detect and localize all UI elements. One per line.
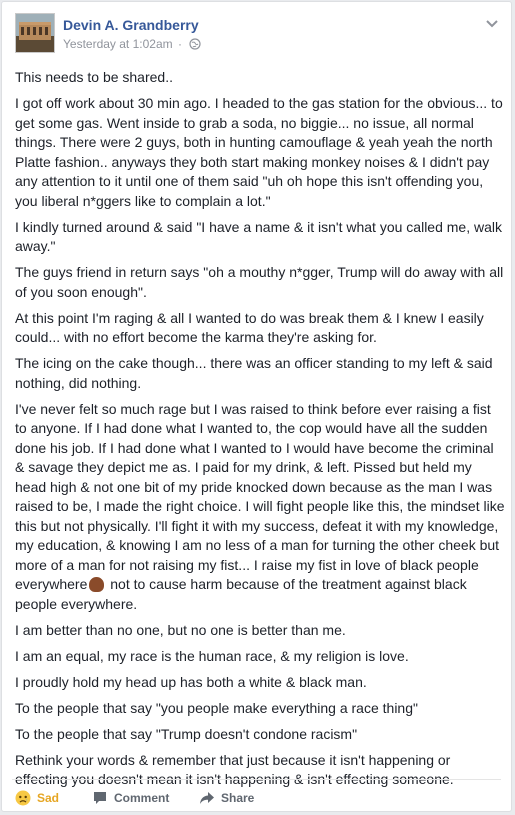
post-paragraph: To the people that say "you people make … <box>15 699 418 716</box>
post-body: This needs to be shared.. I got off work… <box>15 68 505 796</box>
post-paragraph-long: I've never felt so much rage but I was r… <box>15 400 505 615</box>
chevron-down-icon[interactable] <box>485 19 499 29</box>
post-text-segment: I've never felt so much rage but I was r… <box>15 400 505 593</box>
post-actions: Sad Comment Share <box>2 785 511 811</box>
globe-icon[interactable] <box>189 38 201 50</box>
sad-reaction-label: Sad <box>37 791 60 805</box>
post-paragraph: The guys friend in return says "oh a mou… <box>15 264 504 300</box>
actions-divider <box>12 779 501 780</box>
avatar[interactable] <box>15 13 55 53</box>
comment-label: Comment <box>114 791 170 805</box>
post-paragraph: At this point I'm raging & all I wanted … <box>15 309 484 346</box>
comment-icon <box>94 792 106 804</box>
avatar-image <box>16 14 54 52</box>
post-paragraph: Rethink your words & remember that just … <box>15 751 454 788</box>
share-button[interactable]: Share <box>199 788 254 808</box>
post-card: Devin A. Grandberry Yesterday at 1:02am … <box>1 1 512 812</box>
raised-fist-icon <box>89 577 105 592</box>
comment-button[interactable]: Comment <box>92 788 169 808</box>
post-paragraph: I proudly hold my head up has both a whi… <box>15 673 367 690</box>
post-paragraph: This needs to be shared.. <box>15 69 173 85</box>
sad-face-icon <box>15 790 31 806</box>
author-name[interactable]: Devin A. Grandberry <box>63 17 199 33</box>
post-paragraph: I got off work about 30 min ago. I heade… <box>15 95 503 209</box>
post-meta: Yesterday at 1:02am · <box>63 37 201 51</box>
post-timestamp[interactable]: Yesterday at 1:02am <box>63 37 173 51</box>
post-paragraph: To the people that say "Trump doesn't co… <box>15 725 358 742</box>
post-header: Devin A. Grandberry Yesterday at 1:02am … <box>15 13 499 57</box>
meta-separator: · <box>177 37 182 51</box>
share-icon <box>200 792 214 804</box>
share-label: Share <box>221 791 255 805</box>
sad-reaction-button[interactable]: Sad <box>15 788 59 808</box>
post-paragraph: The icing on the cake though... there wa… <box>15 355 493 391</box>
post-paragraph: I kindly turned around & said "I have a … <box>15 218 503 255</box>
post-paragraph: I am an equal, my race is the human race… <box>15 647 409 664</box>
post-paragraph: I am better than no one, but no one is b… <box>15 621 346 638</box>
